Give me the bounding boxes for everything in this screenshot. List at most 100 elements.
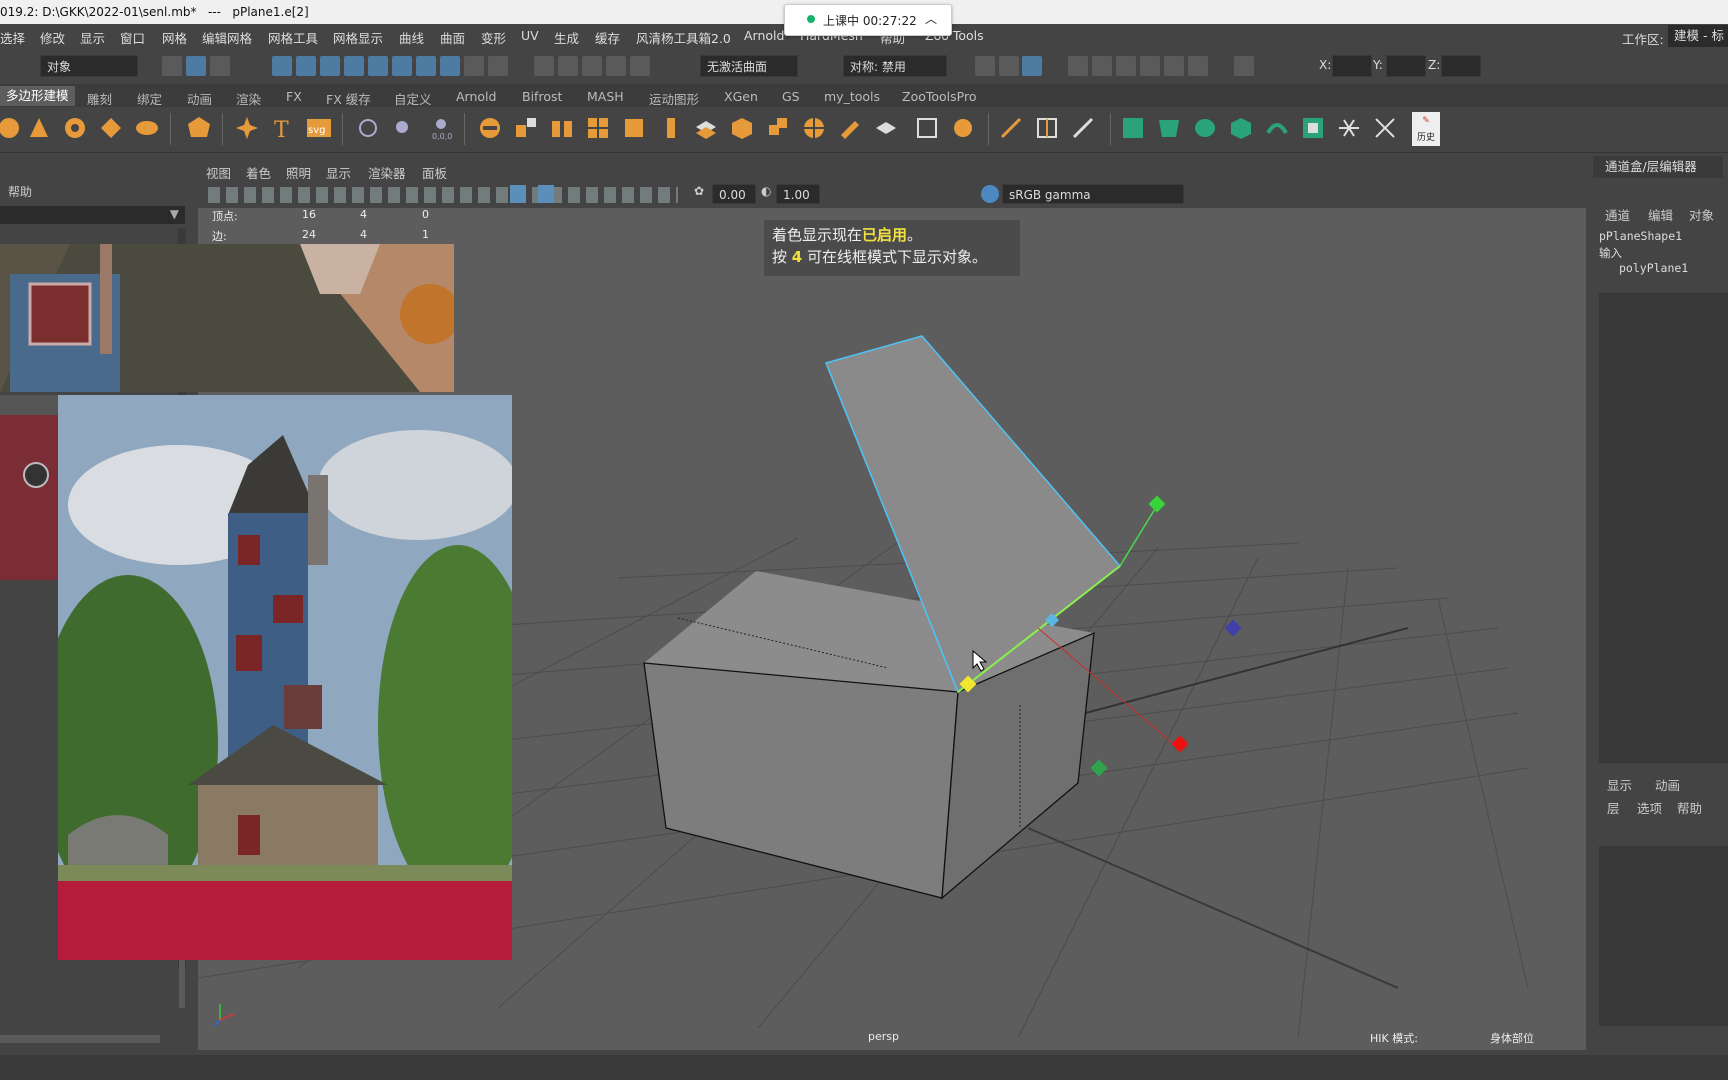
sculpt-tool-icon[interactable] bbox=[355, 115, 381, 141]
input-mode-icon[interactable] bbox=[1234, 56, 1254, 76]
menu-display[interactable]: 显示 bbox=[80, 28, 105, 47]
menu-edit-mesh[interactable]: 编辑网格 bbox=[202, 28, 252, 47]
menu-deform[interactable]: 变形 bbox=[481, 28, 506, 47]
select-by-hierarchy-icon[interactable] bbox=[162, 56, 182, 76]
gamma-field[interactable]: 1.00 bbox=[776, 184, 820, 204]
render-view-icon[interactable] bbox=[975, 56, 995, 76]
multi-cut-icon[interactable] bbox=[998, 115, 1024, 141]
tab-mash[interactable]: MASH bbox=[587, 89, 624, 104]
light-editor-icon[interactable] bbox=[1164, 56, 1184, 76]
uv-editor-icon[interactable] bbox=[1120, 115, 1146, 141]
textured-mode-icon[interactable] bbox=[538, 185, 554, 203]
left-panel-dropdown[interactable]: ▼ bbox=[0, 206, 185, 224]
help-question-icon[interactable] bbox=[440, 56, 460, 76]
snap-grid-icon[interactable] bbox=[272, 56, 292, 76]
snap-curve-icon[interactable] bbox=[296, 56, 316, 76]
vp-menu-panels[interactable]: 面板 bbox=[422, 163, 447, 182]
extrude-icon[interactable] bbox=[693, 115, 719, 141]
construction-history-icon[interactable] bbox=[582, 56, 602, 76]
live-surface-icon[interactable] bbox=[630, 56, 650, 76]
recording-indicator[interactable]: 上课中 00:27:22 ︿ bbox=[784, 4, 952, 36]
workspace-select[interactable]: 建模 - 标 bbox=[1668, 25, 1728, 47]
slide-edge-icon[interactable] bbox=[1070, 115, 1096, 141]
y-field[interactable] bbox=[1386, 55, 1426, 77]
select-highlight-icon[interactable] bbox=[488, 56, 508, 76]
exposure-field[interactable]: 0.00 bbox=[712, 184, 756, 204]
cb-shape-name[interactable]: pPlaneShape1 bbox=[1599, 229, 1682, 243]
cube-icon[interactable] bbox=[729, 115, 755, 141]
tab-xgen[interactable]: XGen bbox=[724, 89, 758, 104]
cb-menu-edit[interactable]: 编辑 bbox=[1648, 205, 1673, 224]
poly-disc-icon[interactable] bbox=[134, 115, 160, 141]
channel-box-area[interactable] bbox=[1599, 293, 1728, 763]
svg-tool-icon[interactable]: svg bbox=[306, 115, 332, 141]
layer-menu-layers[interactable]: 层 bbox=[1607, 798, 1620, 817]
vp-menu-show[interactable]: 显示 bbox=[326, 163, 351, 182]
sew-uv-icon[interactable] bbox=[1372, 115, 1398, 141]
snap-vertex-icon[interactable] bbox=[392, 56, 412, 76]
chevron-up-icon[interactable]: ︿ bbox=[925, 10, 937, 27]
poke-icon[interactable] bbox=[950, 115, 976, 141]
color-management-icon[interactable] bbox=[981, 185, 999, 203]
menu-curves[interactable]: 曲线 bbox=[399, 28, 424, 47]
lock-icon[interactable] bbox=[464, 56, 484, 76]
snap-point-icon[interactable] bbox=[320, 56, 340, 76]
tab-rendering[interactable]: 渲染 bbox=[236, 89, 261, 108]
poly-sphere-icon[interactable] bbox=[0, 115, 22, 141]
menu-mesh-display[interactable]: 网格显示 bbox=[333, 28, 383, 47]
menu-mesh[interactable]: 网格 bbox=[162, 28, 187, 47]
cb-menu-object[interactable]: 对象 bbox=[1689, 205, 1714, 224]
tab-arnold[interactable]: Arnold bbox=[456, 89, 496, 104]
select-by-object-icon[interactable] bbox=[186, 56, 206, 76]
planar-map-icon[interactable] bbox=[1156, 115, 1182, 141]
checker-icon[interactable] bbox=[1300, 115, 1326, 141]
poly-type-icon[interactable]: T bbox=[270, 115, 296, 141]
remesh-icon[interactable] bbox=[657, 115, 683, 141]
mirror-icon[interactable] bbox=[549, 115, 575, 141]
vp-menu-view[interactable]: 视图 bbox=[206, 163, 231, 182]
center-pivot-icon[interactable]: 0,0,0 bbox=[428, 115, 454, 141]
manipulator-y-axis[interactable] bbox=[1119, 503, 1159, 567]
menu-fqy-tools[interactable]: 风清杨工具箱2.0 bbox=[636, 28, 731, 47]
tab-poly-modeling[interactable]: 多边形建模 bbox=[0, 86, 75, 106]
history-off-icon[interactable] bbox=[558, 56, 578, 76]
colorspace-dropdown[interactable]: sRGB gamma bbox=[1002, 184, 1184, 204]
tab-motion-graphics[interactable]: 运动图形 bbox=[649, 89, 699, 108]
tab-fx-cache[interactable]: FX 缓存 bbox=[326, 89, 371, 108]
tab-layer-display[interactable]: 显示 bbox=[1607, 775, 1632, 794]
symmetry-dropdown[interactable]: 对称: 禁用 bbox=[843, 55, 947, 77]
tab-zootoolspro[interactable]: ZooToolsPro bbox=[902, 89, 976, 104]
reference-image-door[interactable] bbox=[0, 395, 58, 580]
reference-image-roof[interactable] bbox=[0, 244, 454, 392]
gamma-icon[interactable]: ◐ bbox=[761, 184, 775, 204]
menu-modify[interactable]: 修改 bbox=[40, 28, 65, 47]
smooth-icon[interactable] bbox=[585, 115, 611, 141]
history-on-icon[interactable] bbox=[534, 56, 554, 76]
tab-gs[interactable]: GS bbox=[782, 89, 800, 104]
auto-map-icon[interactable] bbox=[1228, 115, 1254, 141]
tab-rigging[interactable]: 绑定 bbox=[137, 89, 162, 108]
menu-arnold[interactable]: Arnold bbox=[744, 28, 784, 43]
manipulator-z-handle[interactable] bbox=[1224, 619, 1242, 637]
separate-icon[interactable] bbox=[513, 115, 539, 141]
select-tool-icon[interactable] bbox=[392, 115, 418, 141]
edge-loop-icon[interactable] bbox=[1034, 115, 1060, 141]
menu-cache[interactable]: 缓存 bbox=[595, 28, 620, 47]
menu-generate[interactable]: 生成 bbox=[554, 28, 579, 47]
layer-menu-options[interactable]: 选项 bbox=[1637, 798, 1662, 817]
live-surface-field[interactable]: 无激活曲面 bbox=[700, 55, 798, 77]
left-panel-help[interactable]: 帮助 bbox=[8, 183, 32, 200]
wedge-icon[interactable] bbox=[914, 115, 940, 141]
arnold-ipr-icon[interactable] bbox=[1140, 56, 1160, 76]
render-current-icon[interactable] bbox=[999, 56, 1019, 76]
vp-menu-lighting[interactable]: 照明 bbox=[286, 163, 311, 182]
render-settings-icon[interactable] bbox=[1068, 56, 1088, 76]
append-icon[interactable] bbox=[837, 115, 863, 141]
arnold-render-icon[interactable] bbox=[1116, 56, 1136, 76]
snap-surface-icon[interactable] bbox=[368, 56, 388, 76]
select-by-component-icon[interactable] bbox=[210, 56, 230, 76]
poly-cone-icon[interactable] bbox=[26, 115, 52, 141]
menu-surfaces[interactable]: 曲面 bbox=[440, 28, 465, 47]
tab-layer-animation[interactable]: 动画 bbox=[1655, 775, 1680, 794]
pause-icon[interactable] bbox=[1188, 56, 1208, 76]
